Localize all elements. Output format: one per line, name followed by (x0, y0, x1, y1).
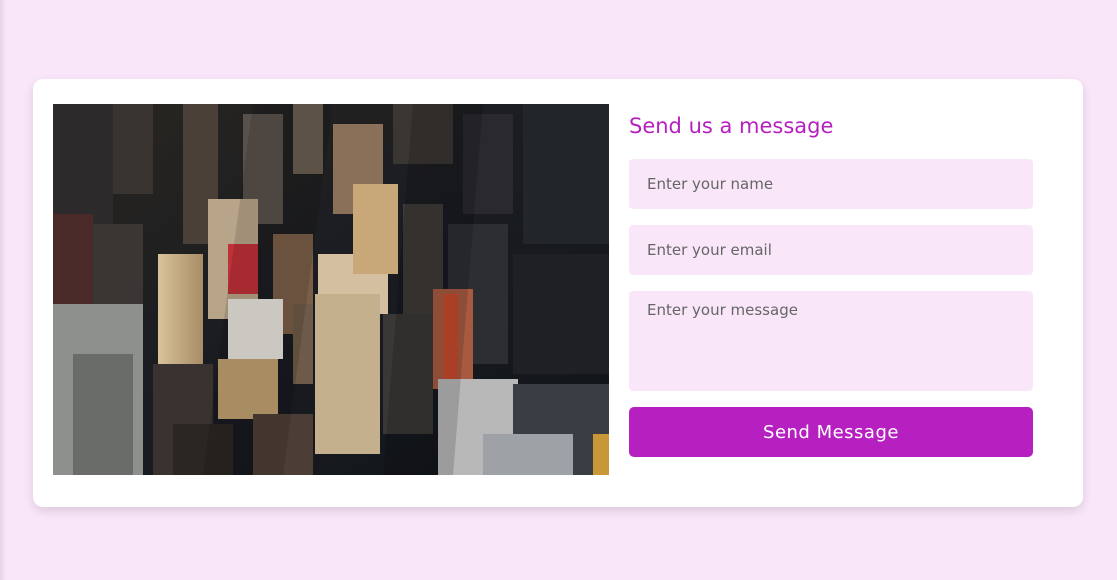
form-title: Send us a message (629, 114, 834, 138)
message-textarea[interactable] (629, 291, 1033, 391)
name-input[interactable] (629, 159, 1033, 209)
send-message-button[interactable]: Send Message (629, 407, 1033, 457)
email-input[interactable] (629, 225, 1033, 275)
contact-card: Send us a message Send Message (33, 79, 1083, 507)
page-edge-shadow (0, 0, 6, 580)
city-aerial-photo (53, 104, 609, 475)
contact-form: Send us a message Send Message (629, 104, 1033, 457)
